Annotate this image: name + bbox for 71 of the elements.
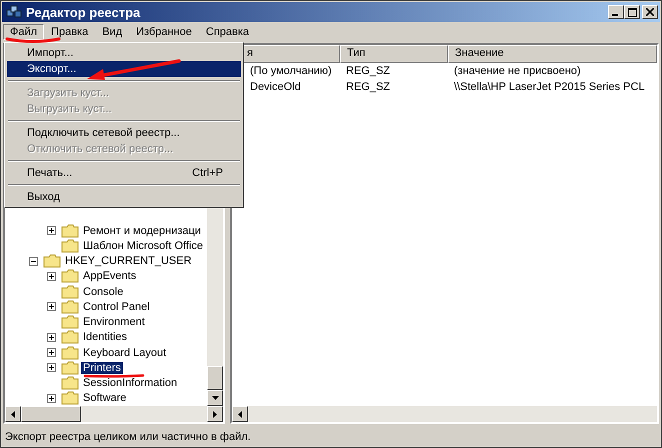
scroll-down-button[interactable] [207, 390, 223, 406]
menu-item[interactable]: Экспорт... [7, 61, 241, 77]
tree-item[interactable]: Identities [81, 331, 130, 344]
scroll-left-button[interactable] [5, 406, 21, 422]
folder-icon [61, 315, 79, 330]
expand-icon[interactable] [47, 302, 56, 312]
menu-bar-item[interactable]: Файл [3, 24, 44, 40]
left-arrow-icon [11, 410, 15, 418]
table-cell-text: REG_SZ [345, 81, 392, 93]
status-text: Экспорт реестра целиком или частично в файл. [5, 431, 251, 443]
menu-bar-item[interactable]: Вид [95, 24, 130, 40]
folder-icon [61, 346, 79, 360]
menu-item[interactable]: Подключить сетевой реестр... [7, 125, 241, 141]
expand-icon[interactable] [47, 348, 56, 358]
expand-icon[interactable] [47, 272, 56, 281]
folder-icon [61, 391, 79, 406]
menu-item[interactable]: Выход [7, 189, 241, 205]
table-cell-text: (По умолчанию) [249, 65, 333, 77]
table-cell-text: REG_SZ [345, 65, 392, 77]
right-arrow-icon [213, 410, 217, 418]
scrollbar-thumb[interactable] [207, 366, 223, 390]
folder-icon [61, 360, 79, 375]
left-arrow-icon [238, 410, 242, 418]
window-title: Редактор реестра [26, 4, 142, 20]
folder-icon [61, 300, 79, 314]
scroll-left-button[interactable] [232, 406, 248, 422]
annotation-underline [83, 374, 145, 378]
close-button[interactable] [642, 5, 658, 19]
scroll-right-button[interactable] [207, 406, 223, 422]
folder-icon [61, 269, 79, 284]
menu-item[interactable]: Печать... Ctrl+P [7, 165, 241, 181]
expand-icon[interactable] [47, 226, 56, 236]
expand-icon[interactable] [47, 332, 56, 342]
folder-icon [61, 238, 79, 253]
tree-item[interactable]: Software [81, 392, 128, 404]
minimize-button[interactable] [608, 5, 624, 19]
table-cell-text: (значение не присвоено) [453, 65, 582, 77]
folder-icon [61, 224, 79, 238]
horizontal-scrollbar[interactable] [232, 406, 657, 422]
tree-item[interactable]: SessionInformation [81, 377, 180, 390]
collapse-icon[interactable] [29, 256, 38, 266]
maximize-button[interactable] [624, 5, 640, 19]
column-header[interactable]: Значение [448, 45, 657, 63]
tree-item[interactable]: Environment [81, 316, 147, 328]
tree-item[interactable]: Ремонт и модернизаци [81, 224, 203, 237]
expand-icon[interactable] [47, 363, 56, 372]
folder-icon [61, 284, 79, 299]
tree-item[interactable]: HKEY_CURRENT_USER [63, 255, 194, 268]
scrollbar-thumb[interactable] [21, 406, 81, 422]
expand-icon[interactable] [47, 394, 56, 403]
registry-app-icon [6, 4, 22, 20]
annotation-underline [5, 36, 61, 44]
folder-icon [61, 376, 79, 390]
table-cell-text: \\Stella\HP LaserJet P2015 Series PCL [453, 81, 646, 93]
menu-bar-item[interactable]: Справка [198, 24, 256, 40]
folder-icon [61, 330, 79, 344]
tree-item[interactable]: Шаблон Microsoft Office [81, 240, 206, 252]
menu-bar-item[interactable]: Правка [44, 24, 96, 40]
tree-item[interactable]: Keyboard Layout [81, 346, 168, 359]
tree-item[interactable]: AppEvents [81, 270, 138, 282]
menu-bar-item[interactable]: Избранное [129, 24, 199, 40]
down-arrow-icon [212, 396, 218, 400]
tree-item[interactable]: Control Panel [81, 300, 152, 313]
tree-item[interactable]: Console [81, 286, 126, 298]
table-cell-text: DeviceOld [249, 81, 302, 93]
close-icon [646, 8, 654, 16]
column-header[interactable]: Тип [340, 45, 448, 63]
maximize-icon [628, 8, 636, 16]
tree-item[interactable]: Printers [81, 362, 123, 374]
horizontal-scrollbar[interactable] [5, 406, 223, 422]
folder-icon [43, 254, 61, 268]
